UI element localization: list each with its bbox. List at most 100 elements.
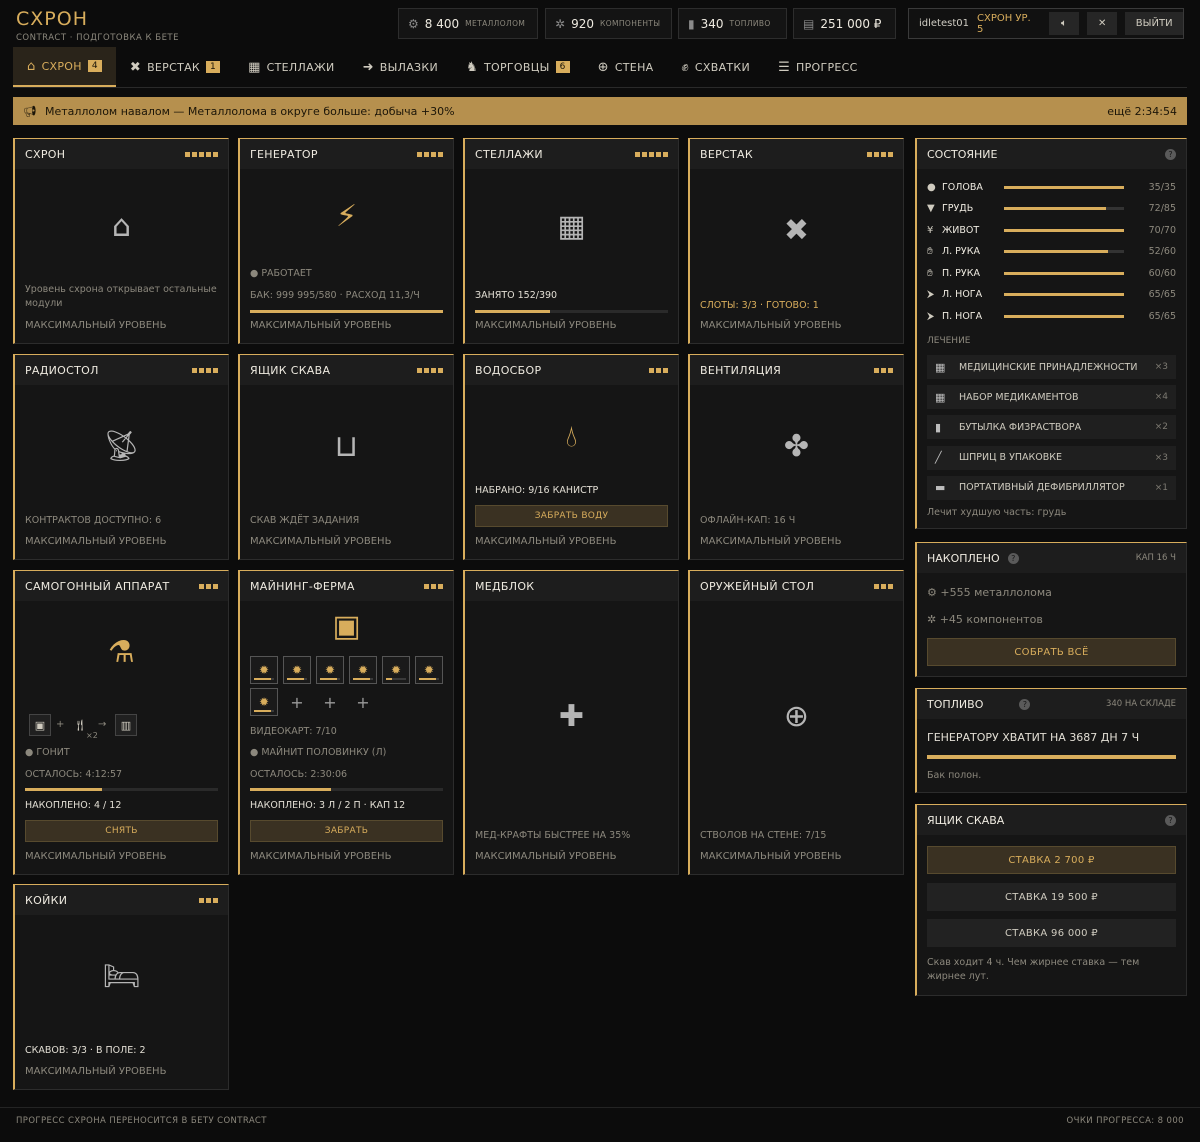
water-drop-icon: 💧︎: [565, 419, 578, 454]
med-qty: ×3: [1154, 452, 1168, 463]
collect-water-button[interactable]: ЗАБРАТЬ ВОДУ: [475, 505, 668, 527]
max-level-label: МАКСИМАЛЬНЫЙ УРОВЕНЬ: [25, 1066, 167, 1077]
take-moonshine-button[interactable]: СНЯТЬ: [25, 820, 218, 842]
gpu-slot[interactable]: ✹: [382, 656, 410, 684]
module-title: СХРОН: [25, 147, 66, 161]
cap-label: КАП 16 Ч: [1135, 553, 1176, 563]
module-scavbox[interactable]: ЯЩИК СКАВА ⊔ СКАВ ЖДЁТ ЗАДАНИЯ МАКСИМАЛЬ…: [238, 354, 454, 560]
module-medblock[interactable]: МЕДБЛОК ✚ МЕД-КРАФТЫ БЫСТРЕЕ НА 35% МАКС…: [463, 570, 679, 875]
module-shelter[interactable]: СХРОН ⌂ Уровень схрона открывает остальн…: [13, 138, 229, 344]
module-workbench[interactable]: ВЕРСТАК ✖ СЛОТЫ: 3/3 · ГОТОВО: 1 МАКСИМА…: [688, 138, 904, 344]
crosshair-icon: ⊕: [597, 59, 609, 75]
module-radio[interactable]: РАДИОСТОЛ 📡︎ КОНТРАКТОВ ДОСТУПНО: 6 МАКС…: [13, 354, 229, 560]
help-icon[interactable]: ?: [1019, 698, 1031, 710]
level-dots: [874, 367, 893, 373]
still-progress: [25, 788, 218, 791]
arrow-right-icon: →: [98, 719, 107, 730]
status-text: МАЙНИТ ПОЛОВИНКУ (Л): [261, 747, 387, 758]
storage-progress: [475, 310, 668, 313]
module-still[interactable]: САМОГОННЫЙ АППАРАТ ⚗︎ ▣ + 🍴︎ ×2 → ▥ ● ГО…: [13, 570, 229, 875]
plus-icon: +: [290, 692, 304, 712]
hand-icon: ✋︎: [927, 267, 933, 279]
module-title: СТЕЛЛАЖИ: [475, 147, 543, 161]
logout-button[interactable]: ВЫЙТИ: [1125, 12, 1183, 35]
med-item[interactable]: ▦ МЕДИЦИНСКИЕ ПРИНАДЛЕЖНОСТИ ×3: [927, 355, 1176, 379]
tab-wall[interactable]: ⊕ СТЕНА: [584, 47, 668, 87]
hand-icon: ✋︎: [927, 246, 933, 257]
med-item[interactable]: ▦ НАБОР МЕДИКАМЕНТОВ ×4: [927, 385, 1176, 410]
module-title: ВЕНТИЛЯЦИЯ: [700, 363, 782, 377]
add-gpu-slot[interactable]: +: [349, 688, 377, 716]
time-left: ОСТАЛОСЬ: 4:12:57: [25, 769, 123, 780]
health-value: 65/65: [1148, 310, 1176, 322]
bet-button-1[interactable]: СТАВКА 2 700 ₽: [927, 846, 1176, 874]
health-bar: [1004, 314, 1124, 318]
event-timer: ещё 2:34:54: [1107, 104, 1177, 118]
health-bar: [1004, 250, 1124, 253]
bet-button-2[interactable]: СТАВКА 19 500 ₽: [927, 883, 1176, 911]
module-racks[interactable]: СТЕЛЛАЖИ ▦ ЗАНЯТО 152/390 МАКСИМАЛЬНЫЙ У…: [463, 138, 679, 344]
tab-shelter[interactable]: ⌂ СХРОН 4: [13, 47, 116, 87]
health-value: 70/70: [1148, 224, 1176, 236]
module-vent[interactable]: ВЕНТИЛЯЦИЯ ✤ ОФЛАЙН-КАП: 16 Ч МАКСИМАЛЬН…: [688, 354, 904, 560]
max-level-label: МАКСИМАЛЬНЫЙ УРОВЕНЬ: [475, 320, 617, 331]
tab-raids[interactable]: ➜ ВЫЛАЗКИ: [349, 47, 452, 87]
module-title: ОРУЖЕЙНЫЙ СТОЛ: [700, 579, 815, 593]
module-title: ГЕНЕРАТОР: [250, 147, 318, 161]
max-level-label: МАКСИМАЛЬНЫЙ УРОВЕНЬ: [475, 536, 617, 547]
notifications-toggle-button[interactable]: ✕: [1087, 12, 1118, 35]
bet-button-3[interactable]: СТАВКА 96 000 ₽: [927, 919, 1176, 947]
module-mining[interactable]: МАЙНИНГ-ФЕРМА ▣ ВИДЕОКАРТ: 7/10 ● МАЙНИТ…: [238, 570, 454, 875]
module-beds[interactable]: КОЙКИ 🛏︎ СКАВОВ: 3/3 · В ПОЛЕ: 2 МАКСИМА…: [13, 884, 229, 1090]
body-part-row: ⮞ П. НОГА 65/65: [927, 309, 1176, 323]
collect-all-button[interactable]: СОБРАТЬ ВСЁ: [927, 638, 1176, 666]
resource-components: ✲ 920 КОМПОНЕНТЫ: [545, 8, 672, 39]
tab-workbench[interactable]: ✖ ВЕРСТАК 1: [116, 47, 234, 87]
leg-icon: ⮞: [927, 289, 935, 300]
tab-racks[interactable]: ▦ СТЕЛЛАЖИ: [234, 47, 349, 87]
megaphone-icon: 📢︎: [23, 104, 37, 118]
module-status: ● РАБОТАЕТ: [250, 268, 312, 279]
ingredient-multiplier: ×2: [86, 731, 98, 740]
help-icon[interactable]: ?: [1007, 552, 1019, 564]
resource-value: 8 400: [424, 16, 460, 31]
fan-icon: ✤: [783, 429, 810, 464]
lightning-icon: ⚡︎: [335, 199, 358, 234]
module-generator[interactable]: ГЕНЕРАТОР ⚡︎ ● РАБОТАЕТ БАК: 999 995/580…: [238, 138, 454, 344]
add-gpu-slot[interactable]: +: [283, 688, 311, 716]
stock-count: НАКОПЛЕНО: 4 / 12: [25, 800, 122, 811]
tab-progress[interactable]: ☰ ПРОГРЕСС: [764, 47, 872, 87]
module-info: СКАВ ЖДЁТ ЗАДАНИЯ: [250, 515, 360, 526]
med-item[interactable]: ▮ БУТЫЛКА ФИЗРАСТВОРА ×2: [927, 415, 1176, 440]
help-icon[interactable]: ?: [1165, 814, 1176, 826]
tab-traders[interactable]: ♞ ТОРГОВЦЫ 6: [452, 47, 584, 87]
module-armory[interactable]: ОРУЖЕЙНЫЙ СТОЛ ⊕ СТВОЛОВ НА СТЕНЕ: 7/15 …: [688, 570, 904, 875]
health-value: 52/60: [1148, 246, 1176, 257]
health-bar: [1004, 271, 1124, 275]
accum-comp-text: +45 компонентов: [939, 613, 1043, 626]
med-name: БУТЫЛКА ФИЗРАСТВОРА: [959, 421, 1082, 433]
gpu-slot[interactable]: ✹: [349, 656, 377, 684]
med-item[interactable]: ▬ ПОРТАТИВНЫЙ ДЕФИБРИЛЛЯТОР ×1: [927, 475, 1176, 500]
gpu-slot[interactable]: ✹: [283, 656, 311, 684]
gpu-slot[interactable]: ✹: [250, 688, 278, 716]
body-part-name: ГРУДЬ: [942, 203, 974, 214]
main-nav: ⌂ СХРОН 4 ✖ ВЕРСТАК 1 ▦ СТЕЛЛАЖИ ➜ ВЫЛАЗКИ ♞ ТО…: [13, 47, 872, 87]
med-qty: ×2: [1154, 422, 1168, 433]
gpu-slot[interactable]: ✹: [250, 656, 278, 684]
accumulated-panel: НАКОПЛЕНО? КАП 16 Ч ⚙ +555 металлолома ✲ …: [915, 542, 1187, 677]
med-item[interactable]: ╱ ШПРИЦ В УПАКОВКЕ ×3: [927, 445, 1176, 470]
help-icon[interactable]: ?: [1165, 148, 1176, 160]
gpu-slot[interactable]: ✹: [316, 656, 344, 684]
module-water[interactable]: ВОДОСБОР 💧︎ НАБРАНО: 9/16 КАНИСТР ЗАБРАТ…: [463, 354, 679, 560]
resource-label: МЕТАЛЛОЛОМ: [465, 19, 526, 28]
collect-mining-button[interactable]: ЗАБРАТЬ: [250, 820, 443, 842]
tab-fights[interactable]: ✊︎ СХВАТКИ: [667, 47, 764, 87]
tab-label: ПРОГРЕСС: [796, 60, 858, 74]
add-gpu-slot[interactable]: +: [316, 688, 344, 716]
module-info: НАБРАНО: 9/16 КАНИСТР: [475, 485, 599, 496]
sound-toggle-button[interactable]: 🔈︎: [1048, 12, 1080, 35]
module-title: ВОДОСБОР: [475, 363, 542, 377]
level-dots: [635, 151, 668, 157]
gpu-slot[interactable]: ✹: [415, 656, 443, 684]
